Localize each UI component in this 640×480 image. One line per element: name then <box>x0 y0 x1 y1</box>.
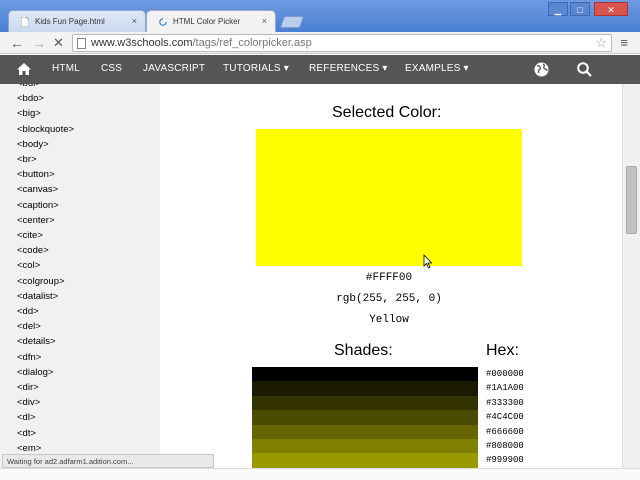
shades-hex-list: #000000 #1A1A00 #333300 #4C4C00 #666600 #8080… <box>486 367 524 468</box>
sidebar-tag-link[interactable]: <body> <box>17 139 49 150</box>
nav-javascript[interactable]: JAVASCRIPT <box>143 63 205 74</box>
bookmark-star-icon[interactable]: ☆ <box>595 35 607 51</box>
sidebar-tag-link[interactable]: <dd> <box>17 306 39 317</box>
hex-heading: Hex: <box>486 342 519 359</box>
window-bottom-edge <box>0 468 640 480</box>
shade-swatch[interactable] <box>252 381 478 396</box>
shade-hex-value: #000000 <box>486 369 524 379</box>
shades-heading: Shades: <box>334 342 393 359</box>
sidebar-tag-link[interactable]: <center> <box>17 215 55 226</box>
close-tab-icon[interactable]: × <box>132 16 137 26</box>
search-icon[interactable] <box>576 61 593 78</box>
tab-title: HTML Color Picker <box>173 17 241 26</box>
url-text: www.w3schools.com/tags/ref_colorpicker.a… <box>91 37 312 49</box>
nav-html[interactable]: HTML <box>52 63 80 74</box>
shade-swatch[interactable] <box>252 367 478 382</box>
shade-hex-value: #666600 <box>486 426 524 437</box>
nav-css[interactable]: CSS <box>101 63 122 74</box>
shade-swatch[interactable] <box>252 410 478 425</box>
shade-swatch[interactable] <box>252 395 478 411</box>
maximize-button[interactable]: □ <box>570 2 590 16</box>
sidebar-tag-link[interactable]: <canvas> <box>17 184 58 195</box>
sidebar-tag-link[interactable]: <bdi> <box>17 84 41 89</box>
selected-color-swatch <box>256 129 522 266</box>
sidebar-tag-link[interactable]: <details> <box>17 336 56 347</box>
shade-swatch[interactable] <box>252 424 478 439</box>
tag-reference-sidebar: <bdi> <bdo> <big> <blockquote> <body> <br> <bu… <box>0 84 160 468</box>
shade-swatch[interactable] <box>252 453 478 468</box>
home-icon[interactable] <box>16 61 32 77</box>
status-bubble: Waiting for ad2.adfarm1.adition.com... <box>2 454 214 468</box>
stop-icon[interactable]: ✕ <box>53 35 64 51</box>
sidebar-tag-link[interactable]: <col> <box>17 260 40 271</box>
color-name: Yellow <box>369 314 409 326</box>
rgb-value: rgb(255, 255, 0) <box>336 293 442 305</box>
sidebar-tag-link[interactable]: <div> <box>17 397 40 408</box>
shade-hex-value: #333300 <box>486 397 524 408</box>
nav-references[interactable]: REFERENCES ▾ <box>309 63 388 74</box>
site-navbar: HTML CSS JAVASCRIPT TUTORIALS ▾ REFERENC… <box>0 55 640 84</box>
sidebar-tag-link[interactable]: <dt> <box>17 428 36 439</box>
back-arrow-icon[interactable]: ← <box>10 35 24 51</box>
shade-hex-value: #999900 <box>486 455 524 466</box>
sidebar-tag-link[interactable]: <blockquote> <box>17 124 74 135</box>
shade-swatch[interactable] <box>252 438 478 454</box>
browser-toolbar: ← → ✕ www.w3schools.com/tags/ref_colorpi… <box>0 32 640 54</box>
shade-hex-value: #1A1A00 <box>486 383 524 394</box>
shade-hex-value: #808000 <box>486 440 524 451</box>
page-scrollbar[interactable] <box>622 84 640 468</box>
shades-list <box>252 367 478 468</box>
sidebar-tag-link[interactable]: <bdo> <box>17 93 44 104</box>
sidebar-tag-link[interactable]: <dl> <box>17 412 36 423</box>
sidebar-tag-link[interactable]: <dir> <box>17 382 39 393</box>
sidebar-tag-link[interactable]: <dfn> <box>17 352 41 363</box>
tab-title: Kids Fun Page.html <box>35 17 105 26</box>
color-picker-content: Selected Color: #FFFF00 rgb(255, 255, 0)… <box>160 84 622 468</box>
menu-icon[interactable]: ≡ <box>620 35 628 50</box>
sidebar-tag-link[interactable]: <dialog> <box>17 367 53 378</box>
sidebar-tag-link[interactable]: <datalist> <box>17 291 58 302</box>
page-icon <box>77 38 86 49</box>
tab-html-color-picker[interactable]: HTML Color Picker × <box>146 10 276 32</box>
scroll-thumb[interactable] <box>626 166 637 234</box>
address-bar[interactable]: www.w3schools.com/tags/ref_colorpicker.a… <box>72 34 612 52</box>
mouse-cursor-icon <box>423 254 433 269</box>
sidebar-tag-link[interactable]: <br> <box>17 154 37 165</box>
forward-arrow-icon[interactable]: → <box>32 35 46 51</box>
sidebar-tag-link[interactable]: <button> <box>17 169 55 180</box>
hex-value: #FFFF00 <box>365 272 413 284</box>
close-window-button[interactable]: ✕ <box>594 2 628 16</box>
sidebar-tag-link[interactable]: <code> <box>17 245 49 256</box>
browser-titlebar: Kids Fun Page.html × HTML Color Picker ×… <box>0 0 640 32</box>
shade-hex-value: #4C4C00 <box>486 412 524 423</box>
close-tab-icon[interactable]: × <box>262 16 267 26</box>
new-tab-button[interactable] <box>279 16 305 28</box>
sidebar-tag-link[interactable]: <big> <box>17 108 41 119</box>
loading-spinner-icon <box>159 18 167 26</box>
sidebar-tag-link[interactable]: <cite> <box>17 230 43 241</box>
nav-examples[interactable]: EXAMPLES ▾ <box>405 63 469 74</box>
tab-kids-fun-page[interactable]: Kids Fun Page.html × <box>8 10 146 32</box>
globe-icon[interactable] <box>533 61 550 78</box>
sidebar-tag-link[interactable]: <del> <box>17 321 41 332</box>
sidebar-tag-link[interactable]: <colgroup> <box>17 276 65 287</box>
selected-color-heading: Selected Color: <box>332 104 442 121</box>
nav-tutorials[interactable]: TUTORIALS ▾ <box>223 63 289 74</box>
sidebar-tag-link[interactable]: <caption> <box>17 200 59 211</box>
sidebar-tag-link[interactable]: <em> <box>17 443 41 454</box>
minimize-button[interactable]: ▁ <box>548 2 568 16</box>
document-icon <box>21 17 29 27</box>
